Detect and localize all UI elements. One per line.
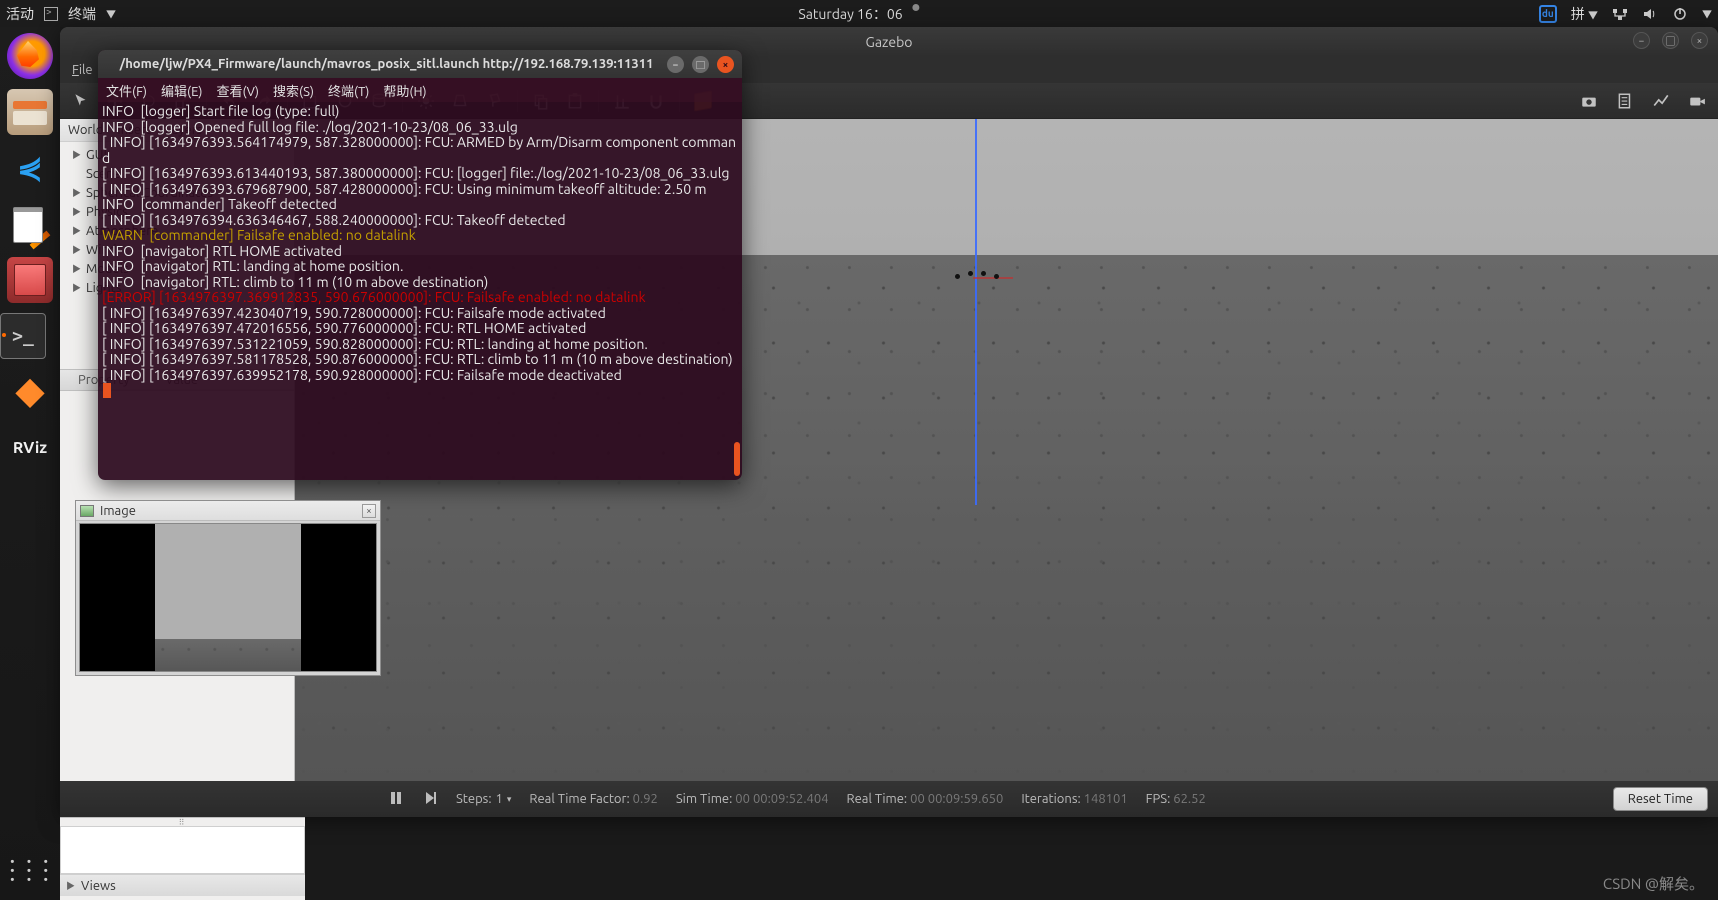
iter-value: 148101 <box>1084 792 1128 806</box>
terminal-output[interactable]: INFO [logger] Start file log (type: full… <box>98 102 742 403</box>
app-name[interactable]: 终端 <box>68 4 96 24</box>
shield-icon[interactable]: du <box>1539 5 1557 23</box>
app-icon[interactable] <box>7 257 53 303</box>
app-grid-icon[interactable]: ∙∙∙∙∙∙∙∙∙ <box>5 855 55 882</box>
launcher-dock: ⋞ >_ ◆ RViz ∙∙∙∙∙∙∙∙∙ <box>0 27 60 900</box>
terminal-icon <box>44 7 58 21</box>
terminal-window: /home/ljw/PX4_Firmware/launch/mavros_pos… <box>98 50 742 480</box>
terminal-menubar: 文件(F) 编辑(E) 查看(V) 搜索(S) 终端(T) 帮助(H) <box>98 78 742 102</box>
realtime-label: Real Time: <box>847 792 908 806</box>
log-icon[interactable] <box>1612 88 1638 114</box>
reset-time-button[interactable]: Reset Time <box>1613 787 1708 811</box>
running-indicator-icon <box>2 333 6 337</box>
image-panel-title: Image <box>100 504 136 518</box>
watermark: CSDN @解矣。 <box>1603 873 1704 894</box>
close-icon[interactable]: × <box>362 504 376 518</box>
picture-icon <box>80 505 94 517</box>
simtime-label: Sim Time: <box>676 792 732 806</box>
gazebo-icon[interactable]: ◆ <box>7 369 53 415</box>
gazebo-statusbar: Steps: 1 ▾ Real Time Factor: 0.92 Sim Ti… <box>60 781 1718 817</box>
steps-value[interactable]: 1 <box>496 792 503 806</box>
steps-label: Steps: <box>456 792 492 806</box>
rviz-empty-area <box>60 826 305 874</box>
menu-edit[interactable]: 编辑(E) <box>161 81 202 100</box>
menu-search[interactable]: 搜索(S) <box>273 81 314 100</box>
plot-icon[interactable] <box>1648 88 1674 114</box>
minimize-button[interactable]: − <box>667 56 684 73</box>
realtime-value: 00 00:09:59.650 <box>910 792 1003 806</box>
menu-help[interactable]: 帮助(H) <box>383 81 426 100</box>
terminal-titlebar[interactable]: /home/ljw/PX4_Firmware/launch/mavros_pos… <box>98 50 742 78</box>
menu-file[interactable]: File <box>72 63 93 77</box>
volume-icon[interactable] <box>1642 6 1658 22</box>
chevron-down-icon[interactable]: ▼ <box>106 6 116 21</box>
menu-terminal[interactable]: 终端(T) <box>328 81 369 100</box>
rtf-value: 0.92 <box>633 792 658 806</box>
terminal-app-icon[interactable]: >_ <box>0 313 46 359</box>
image-panel: Image × <box>75 500 381 676</box>
iter-label: Iterations: <box>1021 792 1080 806</box>
drag-handle-icon[interactable]: ⠿ <box>60 818 305 826</box>
minimize-button[interactable]: − <box>1633 32 1650 49</box>
drone-model[interactable] <box>955 271 999 283</box>
rviz-icon[interactable]: RViz <box>7 425 53 471</box>
pause-button[interactable] <box>388 790 404 809</box>
files-icon[interactable] <box>7 89 53 135</box>
menu-view[interactable]: 查看(V) <box>217 81 259 100</box>
image-panel-titlebar[interactable]: Image × <box>76 501 380 521</box>
rviz-panel: ⠿ ▶Views <box>60 817 305 900</box>
maximize-button[interactable]: □ <box>692 56 709 73</box>
fps-label: FPS: <box>1146 792 1171 806</box>
gedit-icon[interactable] <box>7 201 53 247</box>
close-button[interactable]: × <box>717 56 734 73</box>
camera-icon[interactable] <box>1576 88 1602 114</box>
power-icon[interactable] <box>1672 6 1688 22</box>
scrollbar-thumb[interactable] <box>734 442 740 476</box>
record-icon[interactable] <box>1684 88 1710 114</box>
activities-button[interactable]: 活动 <box>6 4 34 24</box>
maximize-button[interactable]: □ <box>1662 32 1679 49</box>
gnome-topbar: 活动 终端 ▼ Saturday 16：06 du 拼 ▼ ▼ <box>0 0 1718 27</box>
simtime-value: 00 00:09:52.404 <box>735 792 828 806</box>
image-view[interactable] <box>79 523 377 672</box>
z-axis-icon <box>975 119 977 505</box>
ime-indicator[interactable]: 拼 ▼ <box>1571 4 1598 24</box>
network-icon[interactable] <box>1612 6 1628 22</box>
gazebo-title: Gazebo <box>866 34 913 50</box>
scrollbar[interactable] <box>732 104 740 476</box>
chevron-down-icon[interactable]: ▼ <box>1702 6 1712 21</box>
fps-value: 62.52 <box>1173 792 1206 806</box>
terminal-title: /home/ljw/PX4_Firmware/launch/mavros_pos… <box>106 57 667 71</box>
notification-dot-icon <box>913 4 920 11</box>
rtf-label: Real Time Factor: <box>529 792 629 806</box>
vscode-icon[interactable]: ⋞ <box>7 145 53 191</box>
step-button[interactable] <box>422 790 438 809</box>
menu-file[interactable]: 文件(F) <box>106 81 147 100</box>
close-button[interactable]: × <box>1691 32 1708 49</box>
views-header[interactable]: ▶Views <box>60 874 305 896</box>
cursor-icon[interactable] <box>68 88 94 114</box>
clock[interactable]: Saturday 16：06 <box>798 4 902 24</box>
firefox-icon[interactable] <box>7 33 53 79</box>
